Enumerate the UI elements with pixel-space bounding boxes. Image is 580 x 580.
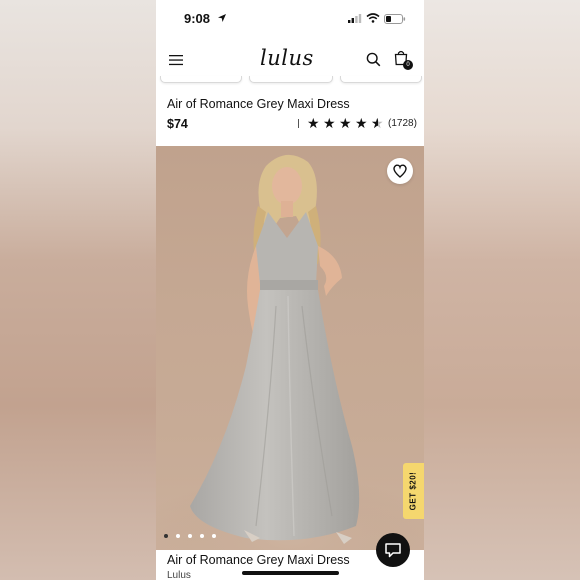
model-photo [156,154,424,550]
heart-icon [393,164,407,178]
category-tab[interactable] [160,76,242,83]
price-rating-divider [298,119,299,128]
star-icon: ★ [339,115,352,131]
carousel-dot[interactable] [188,534,192,538]
location-arrow-icon [218,14,226,22]
category-tab[interactable] [249,76,333,83]
product-price: $74 [167,117,188,131]
status-time: 9:08 [184,11,211,26]
product-title-secondary: Air of Romance Grey Maxi Dress [167,553,350,567]
wifi-icon [366,13,380,23]
star-rating[interactable]: ★ ★ ★ ★ ★ ★ [307,116,387,130]
category-tab[interactable] [340,76,422,83]
category-tabs-strip [156,76,424,84]
get-20-promo-tab[interactable]: GET $20! [403,463,424,519]
carousel-dot[interactable] [176,534,180,538]
chat-button[interactable] [376,533,410,567]
star-icon: ★ [307,115,320,131]
wishlist-button[interactable] [387,158,413,184]
battery-icon [384,14,406,24]
chat-icon [385,543,401,558]
home-indicator[interactable] [242,571,339,575]
brand-logo[interactable]: lulus [260,46,314,70]
product-image[interactable]: GET $20! [156,146,424,550]
status-bar: 9:08 [156,0,424,40]
star-icon: ★ [323,115,336,131]
background-right [424,0,580,580]
cellular-signal-icon [348,14,362,23]
carousel-dot[interactable] [212,534,216,538]
review-count[interactable]: (1728) [388,118,417,129]
top-navigation: lulus 0 [156,44,424,78]
hamburger-menu-icon[interactable] [168,52,184,68]
cart-count-badge: 0 [403,60,413,70]
product-title: Air of Romance Grey Maxi Dress [167,97,350,111]
half-star-fill-icon: ★ [371,116,378,130]
star-icon: ★ [355,115,368,131]
promo-label: GET $20! [408,471,418,511]
product-brand[interactable]: Lulus [167,570,191,580]
carousel-dot[interactable] [200,534,204,538]
carousel-dot[interactable] [164,534,168,538]
background-left [0,0,156,580]
phone-screen: 9:08 lulus 0 Air of Romance Grey Maxi Dr… [156,0,424,580]
search-icon[interactable] [366,52,381,67]
